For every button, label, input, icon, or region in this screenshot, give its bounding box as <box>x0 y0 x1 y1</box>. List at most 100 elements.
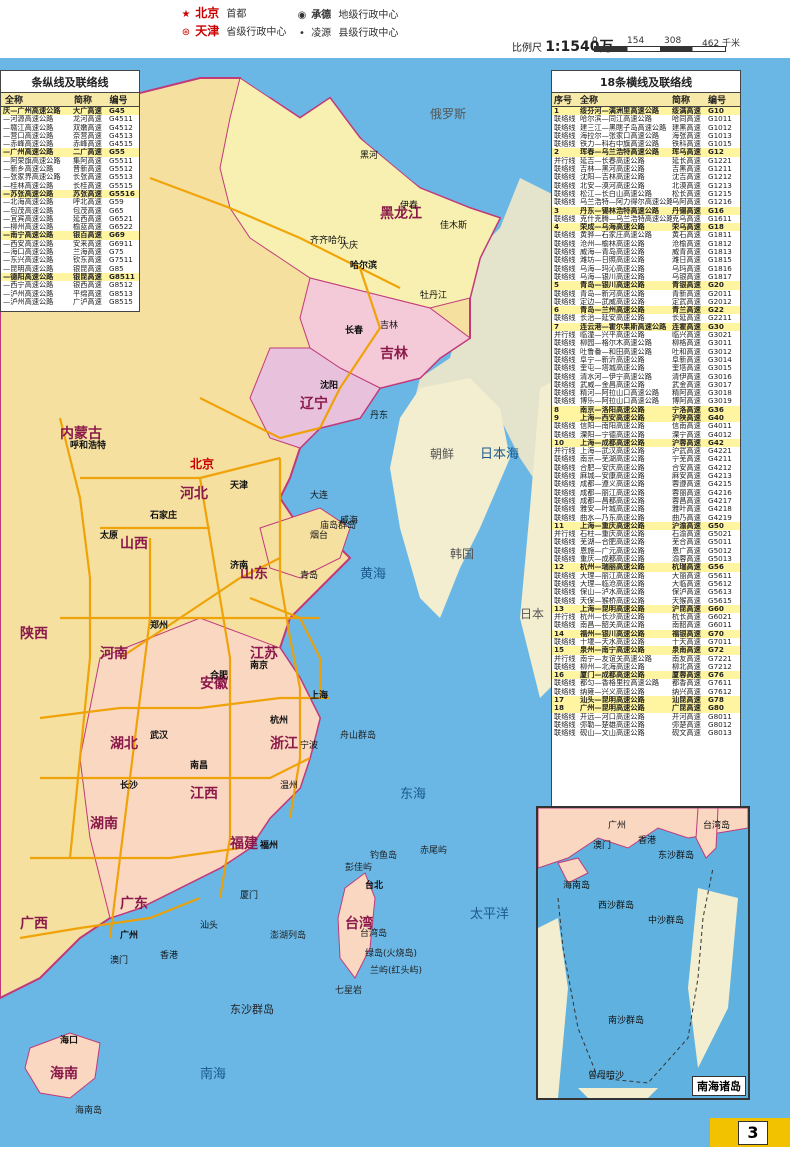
city-yichun: 伊春 <box>400 199 418 211</box>
route-shortname: 广泸高速 <box>73 297 102 306</box>
horizontal-table-row: 联络线 黄骅—石家庄高速公路 黄石高速 G1811 <box>552 231 740 239</box>
route-code: G1012 <box>708 123 732 132</box>
route-shortname: 苏张高速 <box>73 189 102 198</box>
route-code: G76 <box>708 671 724 680</box>
route-code: G1815 <box>708 256 732 265</box>
route-index: 并行线 <box>554 654 576 663</box>
legend-capital-desc: 首都 <box>226 9 247 20</box>
route-code: G1212 <box>708 173 732 182</box>
route-index: 1 <box>554 107 560 115</box>
route-fullname: 绥芬河—满洲里高速公路 <box>580 107 660 115</box>
route-fullname: 克什克腾—乌兰浩特高速公路 <box>580 214 672 223</box>
city-daqing: 大庆 <box>340 239 358 251</box>
route-shortname: 渝蓉高速 <box>672 555 701 564</box>
route-index: 联络线 <box>554 123 576 132</box>
route-fullname: 弥勒—楚雄高速公路 <box>580 720 645 729</box>
route-code: G8011 <box>708 712 732 721</box>
legend-capital-name: 北京 <box>195 6 220 20</box>
vertical-table-row: —泸州高速公路 广泸高速 G8515 <box>1 298 139 306</box>
legend-county-desc: 县级行政中心 <box>338 28 399 39</box>
horizontal-table-row: 联络线 大理—临沧高速公路 大临高速 G5612 <box>552 580 740 588</box>
route-index: 并行线 <box>554 613 576 622</box>
route-shortname: 呼北高速 <box>73 198 102 207</box>
vertical-table-row: —桂林高速公路 长桂高速 G5515 <box>1 182 139 190</box>
label-penghu: 澎湖列岛 <box>270 929 306 941</box>
route-shortname: 纳兴高速 <box>672 687 701 696</box>
inset-label-zengmu: 曾母暗沙 <box>588 1069 624 1081</box>
route-code: G5012 <box>708 546 732 555</box>
route-fullname: 上海—西安高速公路 <box>580 413 645 422</box>
route-code: G1215 <box>708 189 732 198</box>
route-shortname: 威青高速 <box>672 248 701 257</box>
vertical-table-row: —河源高速公路 龙河高速 G4511 <box>1 115 139 123</box>
route-index: 联络线 <box>554 372 576 381</box>
route-fullname: 博乐—阿拉山口高速公路 <box>580 397 660 406</box>
horizontal-table-row: 联络线 沈阳—吉林高速公路 沈吉高速 G1212 <box>552 173 740 181</box>
horizontal-table-row: 13 上海—昆明高速公路 沪昆高速 G60 <box>552 604 740 614</box>
route-fullname: 乌海—玛沁高速公路 <box>580 264 645 273</box>
route-shortname: 都香高速 <box>672 679 701 688</box>
route-shortname: 沪蓉高速 <box>672 438 701 447</box>
route-code: G72 <box>708 646 724 655</box>
label-pacific: 太平洋 <box>470 907 509 922</box>
route-fullname: 吉林—黑河高速公路 <box>580 165 645 174</box>
route-fullname: —营口高速公路 <box>3 131 54 140</box>
route-code: G2012 <box>708 297 732 306</box>
route-index: 6 <box>554 306 560 315</box>
route-shortname: 建黑高速 <box>672 123 701 132</box>
horizontal-table-row: 联络线 弥勒—楚雄高速公路 弥楚高速 G8012 <box>552 721 740 729</box>
legend-provincial-name: 天津 <box>195 24 220 38</box>
route-fullname: —海口高速公路 <box>3 248 54 257</box>
horizontal-table-row: 联络线 博乐—阿拉山口高速公路 博阿高速 G3019 <box>552 397 740 405</box>
route-shortname: 宁芜高速 <box>672 455 701 464</box>
horizontal-table-row: 16 厦门—成都高速公路 厦蓉高速 G76 <box>552 671 740 680</box>
route-code: G4213 <box>708 472 732 481</box>
route-fullname: —西宁高速公路 <box>3 281 54 290</box>
route-code: G5516 <box>109 189 135 198</box>
route-index: 联络线 <box>554 198 576 207</box>
horizontal-table-row: 联络线 长治—延安高速公路 长延高速 G2211 <box>552 314 740 322</box>
vertical-table-row: 庆—广州高速公路 大广高速 G45 <box>1 107 139 116</box>
route-code: G42 <box>708 438 724 447</box>
route-index: 12 <box>554 563 565 572</box>
route-fullname: —赤峰高速公路 <box>3 140 54 149</box>
route-shortname: 砚文高速 <box>672 729 701 738</box>
route-code: G1611 <box>708 214 732 223</box>
scale-tick-3: 462 千米 <box>702 39 741 49</box>
route-index: 联络线 <box>554 455 576 464</box>
route-index: 联络线 <box>554 729 576 738</box>
city-shanghai: 上海 <box>310 689 328 701</box>
horizontal-header-index: 序号 <box>554 96 573 106</box>
label-pengjia: 彭佳屿 <box>345 861 372 873</box>
route-fullname: 清水河—伊宁高速公路 <box>580 372 652 381</box>
route-shortname: 龙河高速 <box>73 115 102 124</box>
route-code: G4011 <box>708 422 732 431</box>
route-shortname: 南韶高速 <box>672 621 701 630</box>
label-guangxi: 广西 <box>20 915 48 932</box>
route-shortname: 黄石高速 <box>672 231 701 240</box>
route-shortname: 银西高速 <box>73 281 102 290</box>
inset-philippines <box>688 888 738 1068</box>
legend-prefecture-desc: 地级行政中心 <box>338 10 399 21</box>
route-fullname: 成都—遵义高速公路 <box>580 480 645 489</box>
route-code: G5021 <box>708 530 732 539</box>
route-shortname: 沪陕高速 <box>672 413 701 422</box>
route-fullname: 乌海—银川高速公路 <box>580 272 645 281</box>
inset-label-hainan: 海南岛 <box>563 879 590 891</box>
route-code: G4212 <box>708 463 732 472</box>
route-shortname: 海张高速 <box>672 131 701 140</box>
route-index: 联络线 <box>554 389 576 398</box>
route-shortname: 青银高速 <box>672 281 701 290</box>
south-china-sea-inset: 广州 香港 澳门 台湾岛 东沙群岛 海南岛 西沙群岛 中沙群岛 南沙群岛 曾母暗… <box>536 806 750 1100</box>
inset-taiwan <box>695 808 719 859</box>
route-fullname: —东兴高速公路 <box>3 256 54 265</box>
route-index: 11 <box>554 521 565 530</box>
vertical-table-row: —阿荣旗高速公路 集阿高速 G5511 <box>1 157 139 165</box>
city-qingdao: 青岛 <box>300 569 318 581</box>
route-fullname: 长治—延安高速公路 <box>580 314 645 323</box>
scale-tick-2: 308 <box>664 36 682 46</box>
route-shortname: 保泸高速 <box>672 588 701 597</box>
horizontal-table-row: 联络线 阜宁—新沂高速公路 阜新高速 G3014 <box>552 356 740 364</box>
route-code: G1811 <box>708 231 732 240</box>
route-fullname: 临潼—兴平高速公路 <box>580 331 645 340</box>
